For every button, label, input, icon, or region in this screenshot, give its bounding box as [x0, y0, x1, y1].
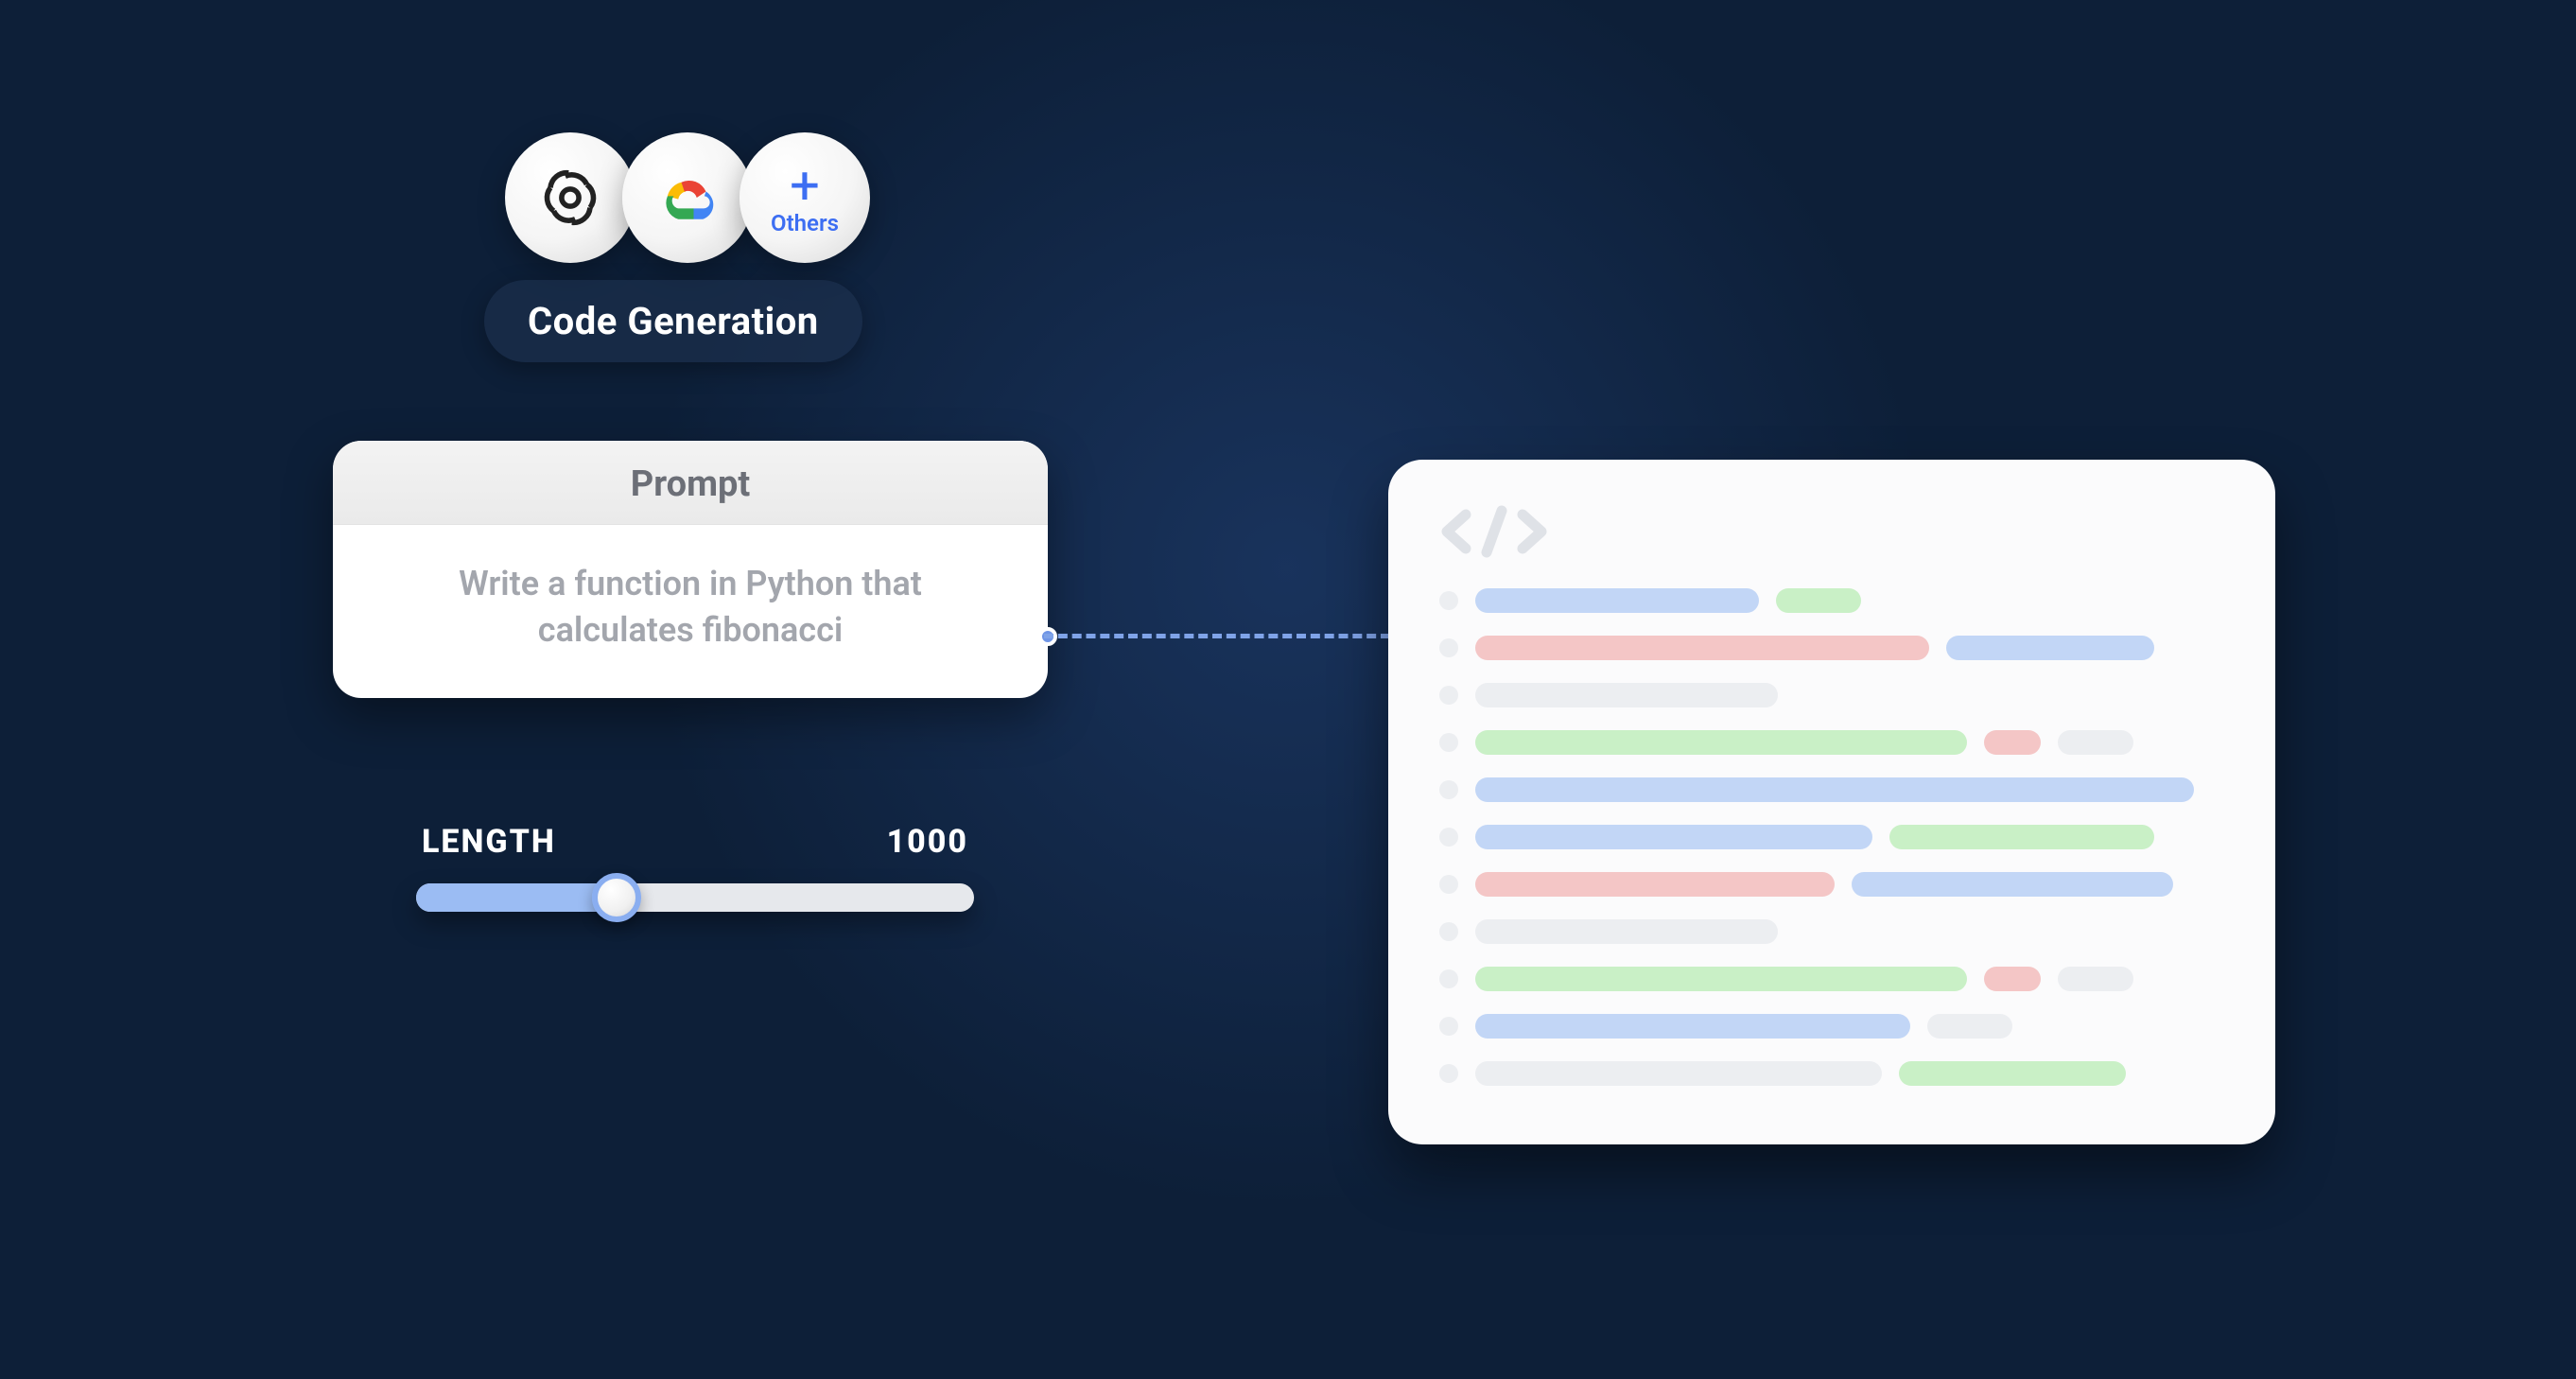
code-line	[1439, 825, 2224, 849]
line-number-dot	[1439, 1064, 1458, 1083]
provider-google	[622, 132, 753, 263]
line-number-dot	[1439, 875, 1458, 894]
code-token	[1475, 777, 2194, 802]
slider-fill	[416, 883, 617, 912]
code-token	[2058, 730, 2133, 755]
line-number-dot	[1439, 733, 1458, 752]
code-token	[1475, 683, 1778, 707]
code-line	[1439, 967, 2224, 991]
code-token	[1475, 825, 1872, 849]
line-number-dot	[1439, 1017, 1458, 1036]
code-token	[1475, 967, 1967, 991]
provider-others: + Others	[740, 132, 870, 263]
code-token	[1927, 1014, 2012, 1039]
code-token	[1889, 825, 2154, 849]
length-slider[interactable]: LENGTH 1000	[416, 823, 974, 912]
line-number-dot	[1439, 780, 1458, 799]
code-token	[1475, 1061, 1882, 1086]
code-token	[1946, 636, 2154, 660]
code-line	[1439, 919, 2224, 944]
provider-openai	[505, 132, 635, 263]
connector-line	[1044, 634, 1390, 638]
code-token	[1984, 730, 2041, 755]
line-number-dot	[1439, 828, 1458, 847]
code-token	[1475, 919, 1778, 944]
code-output-panel	[1388, 460, 2275, 1144]
code-token	[1475, 636, 1929, 660]
line-number-dot	[1439, 638, 1458, 657]
line-number-dot	[1439, 922, 1458, 941]
code-token	[1475, 588, 1759, 613]
plus-icon: +	[790, 159, 820, 212]
code-lines	[1439, 588, 2224, 1086]
code-token	[1475, 872, 1835, 897]
slider-value: 1000	[887, 823, 968, 861]
code-generation-label: Code Generation	[484, 280, 862, 362]
code-line	[1439, 777, 2224, 802]
code-line	[1439, 1014, 2224, 1039]
code-line	[1439, 683, 2224, 707]
code-token	[1899, 1061, 2126, 1086]
google-cloud-icon	[651, 161, 724, 235]
line-number-dot	[1439, 686, 1458, 705]
slider-thumb[interactable]	[592, 873, 641, 922]
provider-circles: + Others	[505, 132, 857, 263]
code-token	[1984, 967, 2041, 991]
code-line	[1439, 872, 2224, 897]
code-line	[1439, 1061, 2224, 1086]
code-icon	[1439, 505, 2224, 562]
code-token	[1475, 730, 1967, 755]
line-number-dot	[1439, 591, 1458, 610]
code-line	[1439, 636, 2224, 660]
prompt-header: Prompt	[333, 441, 1048, 525]
slider-label: LENGTH	[422, 823, 556, 861]
code-line	[1439, 730, 2224, 755]
code-line	[1439, 588, 2224, 613]
prompt-text: Write a function in Python that calculat…	[333, 525, 1048, 698]
code-token	[1475, 1014, 1910, 1039]
line-number-dot	[1439, 969, 1458, 988]
slider-track[interactable]	[416, 883, 974, 912]
code-token	[1776, 588, 1861, 613]
prompt-card: Prompt Write a function in Python that c…	[333, 441, 1048, 698]
openai-icon	[531, 158, 610, 237]
others-label: Others	[771, 210, 839, 236]
code-token	[1852, 872, 2173, 897]
code-token	[2058, 967, 2133, 991]
